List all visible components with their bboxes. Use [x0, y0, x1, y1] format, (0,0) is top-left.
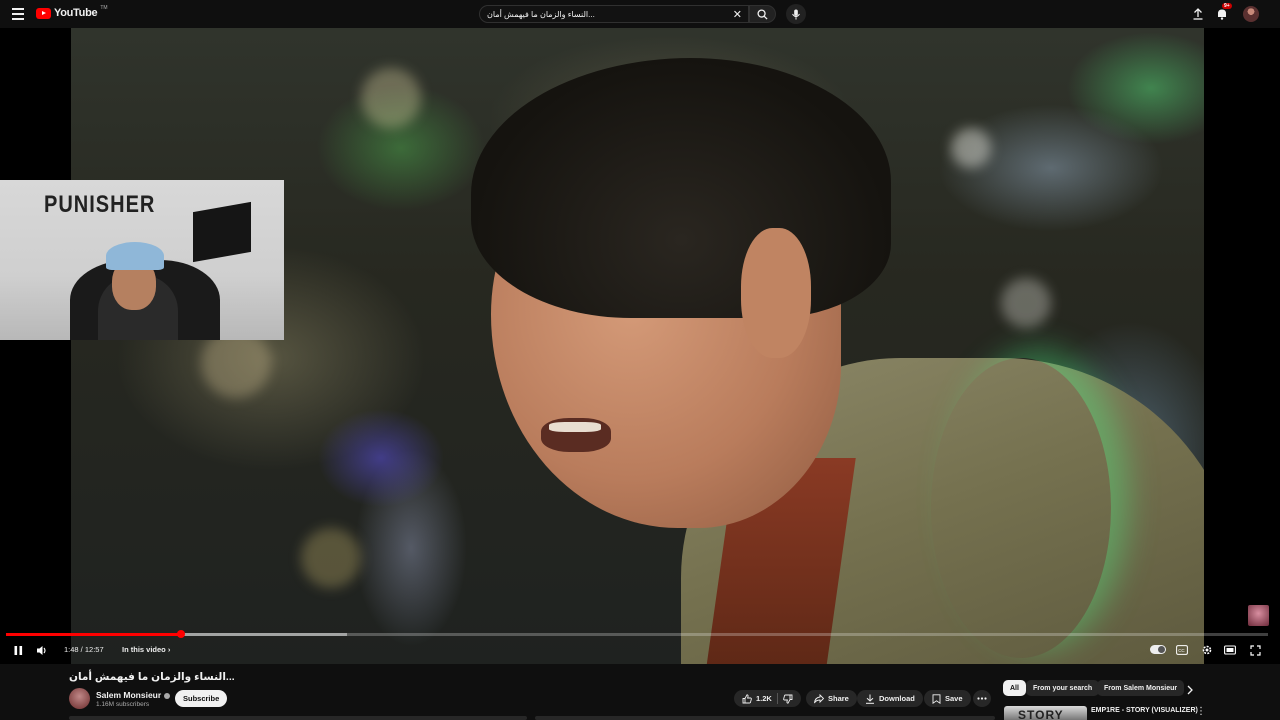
thumbs-down-icon	[783, 694, 793, 704]
youtube-logo[interactable]: YouTube TM	[36, 5, 108, 19]
settings-button[interactable]	[1200, 643, 1214, 657]
subtitles-button[interactable]: CC	[1175, 643, 1189, 657]
recommendation-thumbnail[interactable]: STORY	[1004, 706, 1087, 720]
like-button[interactable]: 1.2K	[742, 693, 772, 704]
video-frame[interactable]	[71, 28, 1204, 664]
subject-teeth	[549, 422, 601, 432]
search-input[interactable]: النساء والزمان ما فيهمش أمان... ✕	[479, 5, 749, 23]
chip-all[interactable]: All	[1003, 680, 1026, 696]
thumbnail-text: STORY	[1018, 708, 1064, 720]
dislike-button[interactable]	[783, 694, 793, 704]
download-button[interactable]: Download	[857, 690, 923, 707]
bell-icon	[1218, 9, 1226, 20]
verified-icon	[164, 692, 171, 699]
recommendation-title[interactable]: EMP1RE - STORY (VISUALIZER)	[1091, 707, 1198, 714]
search-query-text: النساء والزمان ما فيهمش أمان...	[487, 9, 595, 19]
clear-search-icon[interactable]: ✕	[733, 8, 742, 21]
wall-monitor	[193, 201, 251, 263]
like-dislike-group: 1.2K	[734, 690, 801, 707]
logo-text: YouTube	[54, 7, 98, 19]
chip-from-channel[interactable]: From Salem Monsieur	[1097, 680, 1185, 696]
streamer-cap	[106, 242, 164, 270]
channel-name-link[interactable]: Salem Monsieur	[96, 690, 171, 700]
subject-ear	[741, 228, 811, 358]
webcam-overlay: PUNISHER	[0, 180, 284, 340]
more-actions-button[interactable]	[973, 690, 991, 707]
pause-button[interactable]	[11, 643, 25, 657]
theater-icon	[1224, 645, 1236, 655]
channel-watermark[interactable]	[1248, 605, 1269, 626]
more-horizontal-icon	[977, 697, 987, 700]
mute-button[interactable]	[35, 643, 49, 657]
channel-name: Salem Monsieur	[96, 690, 162, 700]
player-controls: 1:48 / 12:57 In this video › CC	[0, 638, 1280, 664]
time-display: 1:48 / 12:57	[64, 645, 104, 654]
captions-icon: CC	[1176, 645, 1188, 655]
save-button[interactable]: Save	[924, 690, 971, 707]
share-icon	[814, 693, 824, 703]
gear-icon	[1202, 645, 1212, 655]
notification-badge: 9+	[1222, 3, 1232, 9]
logo-trademark: TM	[100, 5, 108, 11]
search-icon	[757, 8, 768, 20]
description-box-edge	[535, 716, 995, 720]
search-button[interactable]	[749, 5, 776, 23]
volume-icon	[37, 645, 46, 655]
save-playlist-icon	[932, 693, 941, 704]
chapter-label: In this video	[122, 645, 166, 654]
video-info-section: النساء والزمان ما فيهمش أمان... Salem Mo…	[0, 664, 1280, 720]
autoplay-toggle[interactable]	[1150, 645, 1166, 654]
save-label: Save	[945, 694, 963, 703]
like-divider	[776, 693, 778, 704]
subscribe-button[interactable]: Subscribe	[175, 690, 228, 707]
fullscreen-icon	[1249, 644, 1261, 656]
chevron-right-icon	[1187, 685, 1193, 695]
account-avatar[interactable]	[1243, 6, 1259, 22]
chips-next-button[interactable]	[1186, 682, 1194, 700]
bokeh-light	[361, 68, 421, 128]
fullscreen-button[interactable]	[1248, 643, 1262, 657]
channel-avatar[interactable]	[69, 688, 90, 709]
chip-from-your-search[interactable]: From your search	[1026, 680, 1100, 696]
thumbs-up-icon	[742, 693, 752, 703]
bokeh-light	[1001, 278, 1051, 328]
subscriber-count: 1.16M subscribers	[96, 701, 150, 708]
menu-icon[interactable]	[12, 8, 24, 20]
microphone-icon	[792, 8, 800, 20]
masthead: YouTube TM النساء والزمان ما فيهمش أمان.…	[0, 0, 1280, 28]
upload-icon	[1193, 8, 1203, 20]
download-icon	[866, 694, 874, 704]
voice-search-button[interactable]	[786, 4, 806, 24]
recommendation-menu-icon[interactable]: ⋮	[1196, 706, 1206, 717]
progress-bar[interactable]	[6, 630, 1268, 638]
notifications-button[interactable]: 9+	[1214, 3, 1232, 22]
share-button[interactable]: Share	[806, 690, 857, 707]
punisher-poster: PUNISHER	[44, 191, 156, 219]
theater-mode-button[interactable]	[1223, 643, 1237, 657]
youtube-play-icon	[36, 7, 51, 19]
pause-icon	[14, 645, 22, 655]
description-box-edge	[69, 716, 527, 720]
create-upload-button[interactable]	[1190, 6, 1206, 22]
bokeh-light	[951, 128, 991, 168]
progress-played	[6, 633, 182, 636]
like-count: 1.2K	[756, 694, 772, 703]
rim-light	[931, 358, 1111, 658]
share-label: Share	[828, 694, 849, 703]
video-player[interactable]: PUNISHER 1:48 / 12:57 In this video › CC	[0, 28, 1280, 664]
chapter-button[interactable]: In this video ›	[122, 645, 170, 654]
subject-hair	[471, 58, 891, 318]
bokeh-light	[301, 528, 361, 588]
svg-text:CC: CC	[1178, 648, 1185, 653]
download-label: Download	[879, 694, 915, 703]
video-title: النساء والزمان ما فيهمش أمان...	[69, 671, 235, 683]
